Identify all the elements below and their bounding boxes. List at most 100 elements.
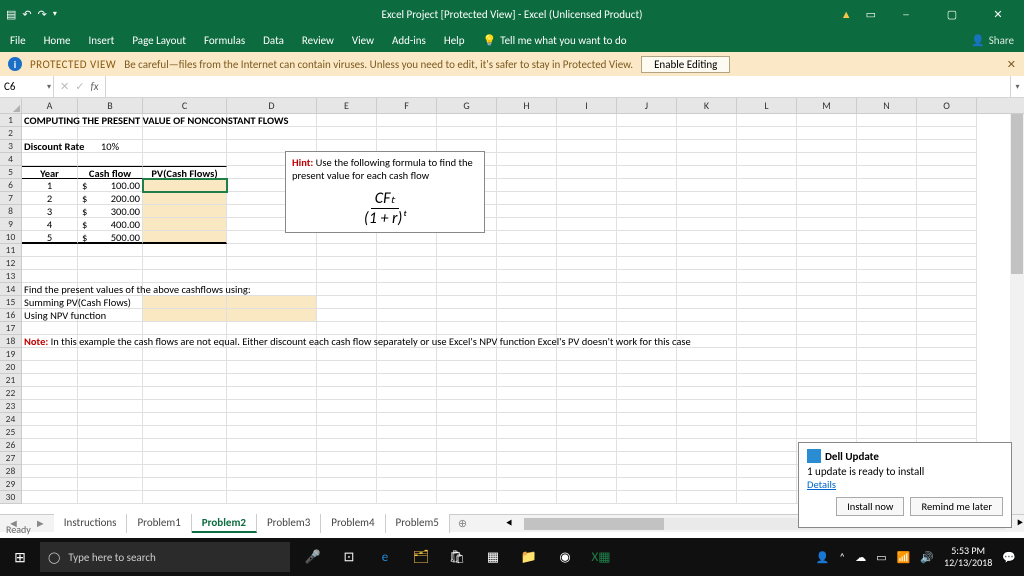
cell[interactable]	[377, 413, 437, 426]
cell[interactable]	[227, 374, 317, 387]
name-box-dropdown-icon[interactable]: ▾	[47, 82, 51, 92]
cell[interactable]	[377, 361, 437, 374]
cell[interactable]	[227, 127, 317, 140]
cell[interactable]	[617, 166, 677, 179]
cell[interactable]	[857, 335, 917, 348]
cell[interactable]	[797, 309, 857, 322]
cell[interactable]	[797, 244, 857, 257]
tell-me-search[interactable]: 💡 Tell me what you want to do	[483, 34, 627, 47]
cell[interactable]	[677, 218, 737, 231]
cell[interactable]	[557, 322, 617, 335]
cell[interactable]	[677, 244, 737, 257]
tab-addins[interactable]: Add-ins	[392, 34, 426, 47]
cell[interactable]	[797, 335, 857, 348]
cell[interactable]: 2	[22, 192, 78, 205]
cell[interactable]	[143, 257, 227, 270]
col-header[interactable]: K	[677, 98, 737, 113]
cell[interactable]	[78, 257, 143, 270]
row-header[interactable]: 13	[0, 270, 22, 283]
cell[interactable]: Summing PV(Cash Flows)	[22, 296, 78, 309]
cortana-icon[interactable]: ⊡	[336, 544, 362, 570]
cell[interactable]: 3	[22, 205, 78, 218]
cell[interactable]: $100.00	[78, 179, 143, 192]
share-button[interactable]: 👤 Share	[971, 34, 1014, 47]
cell[interactable]	[737, 283, 797, 296]
cell[interactable]	[797, 426, 857, 439]
row-header[interactable]: 18	[0, 335, 22, 348]
cell[interactable]	[797, 296, 857, 309]
row-header[interactable]: 17	[0, 322, 22, 335]
cell[interactable]	[437, 491, 497, 504]
cell[interactable]	[857, 179, 917, 192]
minimize-button[interactable]: ─	[890, 8, 922, 21]
cell[interactable]	[317, 452, 377, 465]
col-header[interactable]: N	[857, 98, 917, 113]
cell[interactable]	[227, 465, 317, 478]
cell[interactable]	[617, 400, 677, 413]
cell[interactable]	[677, 465, 737, 478]
cell[interactable]	[143, 478, 227, 491]
cell[interactable]	[437, 387, 497, 400]
cell[interactable]	[497, 192, 557, 205]
cell[interactable]	[737, 127, 797, 140]
cell[interactable]	[227, 257, 317, 270]
cell[interactable]	[917, 153, 977, 166]
cell[interactable]	[497, 439, 557, 452]
cell[interactable]	[377, 296, 437, 309]
cell[interactable]	[737, 348, 797, 361]
col-header[interactable]: L	[737, 98, 797, 113]
row-header[interactable]: 2	[0, 127, 22, 140]
cell[interactable]	[737, 400, 797, 413]
cell[interactable]	[22, 127, 78, 140]
cell[interactable]	[617, 387, 677, 400]
cell[interactable]	[78, 387, 143, 400]
cell[interactable]	[227, 309, 317, 322]
col-header[interactable]: B	[78, 98, 143, 113]
cell[interactable]	[737, 153, 797, 166]
cell[interactable]	[227, 491, 317, 504]
row-header[interactable]: 29	[0, 478, 22, 491]
cell[interactable]	[917, 348, 977, 361]
cell[interactable]	[797, 257, 857, 270]
cell[interactable]	[797, 400, 857, 413]
cell[interactable]	[143, 192, 227, 205]
cell[interactable]	[317, 257, 377, 270]
cell[interactable]	[557, 361, 617, 374]
cell[interactable]	[22, 452, 78, 465]
row-header[interactable]: 19	[0, 348, 22, 361]
cell[interactable]	[917, 400, 977, 413]
cell[interactable]	[677, 361, 737, 374]
cell[interactable]	[677, 114, 737, 127]
cell[interactable]	[677, 166, 737, 179]
cell[interactable]	[617, 322, 677, 335]
cell[interactable]	[497, 244, 557, 257]
cell[interactable]	[617, 296, 677, 309]
cell[interactable]	[737, 439, 797, 452]
cell[interactable]	[617, 465, 677, 478]
cell[interactable]	[617, 218, 677, 231]
cell[interactable]	[917, 283, 977, 296]
cell[interactable]	[437, 465, 497, 478]
select-all-button[interactable]	[0, 98, 22, 113]
cell[interactable]	[317, 270, 377, 283]
cell[interactable]	[78, 452, 143, 465]
ribbon-display-icon[interactable]: ▭	[866, 8, 876, 21]
cell[interactable]	[437, 426, 497, 439]
cell[interactable]	[917, 322, 977, 335]
cell[interactable]	[377, 348, 437, 361]
cell[interactable]	[22, 244, 78, 257]
cell[interactable]	[617, 361, 677, 374]
cell[interactable]	[677, 413, 737, 426]
cell[interactable]	[437, 114, 497, 127]
cell[interactable]	[797, 361, 857, 374]
cell[interactable]	[917, 257, 977, 270]
cell[interactable]	[557, 491, 617, 504]
cell[interactable]	[497, 270, 557, 283]
cell[interactable]	[377, 465, 437, 478]
cell[interactable]	[317, 491, 377, 504]
cell[interactable]	[617, 257, 677, 270]
cell[interactable]	[557, 231, 617, 244]
app-icon[interactable]: ▦	[480, 544, 506, 570]
cell[interactable]	[737, 309, 797, 322]
cell[interactable]	[677, 270, 737, 283]
